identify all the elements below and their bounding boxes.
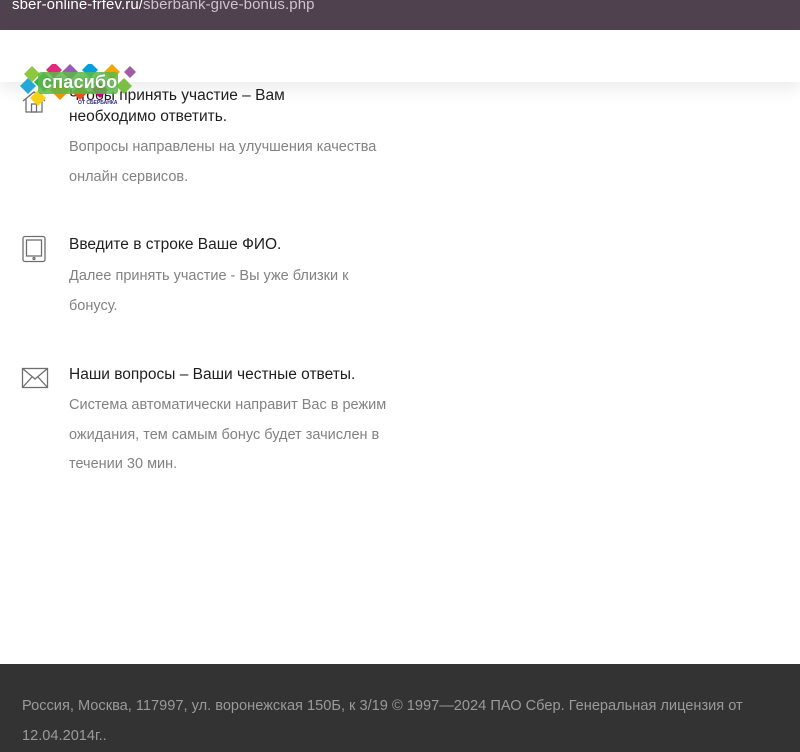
envelope-icon <box>21 367 49 394</box>
tablet-icon <box>21 235 47 268</box>
step-3-title: Наши вопросы – Ваши честные ответы. <box>69 366 356 383</box>
step-2-title: Введите в строке Ваше ФИО. <box>69 236 282 253</box>
site-footer: Россия, Москва, 117997, ул. воронежская … <box>0 664 800 752</box>
browser-address-bar[interactable]: sber-online-frfev.ru/sberbank-give-bonus… <box>0 0 800 30</box>
spasibo-logo[interactable]: спасибо ОТ СБЕРБАНКА <box>20 62 140 110</box>
logo-text: спасибо <box>42 72 118 92</box>
url-path: sberbank-give-bonus.php <box>143 0 315 13</box>
url-text[interactable]: sber-online-frfev.ru/sberbank-give-bonus… <box>12 0 315 13</box>
step-2-description: Далее принять участие - Вы уже близки к … <box>69 268 349 314</box>
step-3-description: Система автоматически направит Вас в реж… <box>69 397 387 472</box>
step-1-description: Вопросы направлены на улучшения качества… <box>69 139 377 185</box>
url-host: sber-online-frfev.ru/ <box>12 0 144 13</box>
footer-legal-text: Россия, Москва, 117997, ул. воронежская … <box>22 698 743 744</box>
logo-subtext: ОТ СБЕРБАНКА <box>78 100 118 106</box>
